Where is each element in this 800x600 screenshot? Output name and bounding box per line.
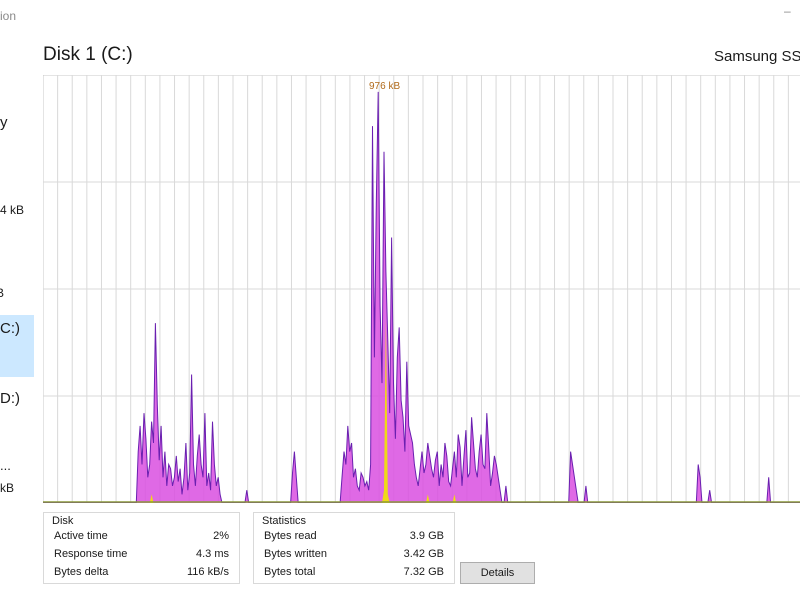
sidebar-item-detail: B	[0, 286, 5, 300]
stat-label: Bytes written	[264, 548, 327, 560]
stat-value: 116 kB/s	[187, 566, 229, 578]
sidebar-item-memory-detail: 4 kB	[0, 203, 25, 217]
stat-label: Bytes read	[264, 530, 317, 542]
sidebar-item-disk-c[interactable]: C:)	[0, 320, 20, 337]
disk-stats-title: Disk	[52, 515, 74, 527]
stat-row-active-time: Active time 2%	[54, 530, 229, 548]
stat-value: 7.32 GB	[403, 566, 444, 578]
statistics-title: Statistics	[262, 515, 307, 527]
stat-row-response-time: Response time 4.3 ms	[54, 548, 229, 566]
activity-chart-svg	[43, 75, 800, 503]
stat-value: 3.42 GB	[403, 548, 444, 560]
disk-activity-graph: 976 kB	[43, 75, 800, 503]
stat-row-bytes-delta: Bytes delta 116 kB/s	[54, 566, 229, 584]
stat-row-bytes-written: Bytes written 3.42 GB	[264, 548, 444, 566]
sidebar: y 4 kB B C:) D:) ... kB	[0, 30, 34, 600]
sidebar-item-network-detail: kB	[0, 481, 15, 495]
stat-value: 4.3 ms	[195, 548, 229, 560]
sidebar-item-network[interactable]: ...	[0, 458, 11, 473]
stat-label: Bytes total	[264, 566, 316, 578]
disk-model-label: Samsung SS	[714, 48, 800, 65]
minimize-icon[interactable]: –	[784, 4, 791, 18]
sidebar-item-memory[interactable]: y	[0, 114, 8, 131]
window-titlebar: ion –	[0, 0, 800, 30]
stat-label: Active time	[54, 530, 108, 542]
stat-row-bytes-read: Bytes read 3.9 GB	[264, 530, 444, 548]
stat-label: Bytes delta	[54, 566, 109, 578]
sidebar-item-disk-d[interactable]: D:)	[0, 390, 20, 407]
details-button[interactable]: Details	[460, 562, 535, 584]
window-title: ion	[0, 9, 17, 23]
stat-value: 3.9 GB	[409, 530, 444, 542]
stat-row-bytes-total: Bytes total 7.32 GB	[264, 566, 444, 584]
statistics-box: Statistics Bytes read 3.9 GB Bytes writt…	[253, 512, 455, 584]
disk-panel: Disk 1 (C:) Samsung SS 976 kB Disk Activ…	[34, 30, 800, 600]
disk-stats-box: Disk Active time 2% Response time 4.3 ms…	[43, 512, 240, 584]
page-title: Disk 1 (C:)	[43, 44, 133, 65]
graph-max-label: 976 kB	[369, 81, 401, 92]
stat-label: Response time	[54, 548, 128, 560]
stat-value: 2%	[213, 530, 229, 542]
